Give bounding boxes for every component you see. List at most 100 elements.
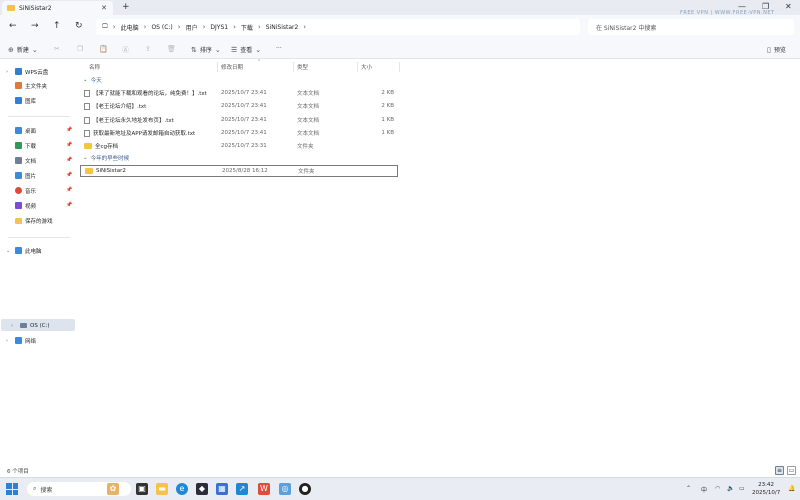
breadcrumb-sinisistar2[interactable]: SiNiSistar2 xyxy=(266,24,299,31)
sidebar-item-label: 图库 xyxy=(25,98,37,105)
sidebar-item-home[interactable]: 主文件夹 xyxy=(6,80,47,91)
chevron-right-icon[interactable]: › xyxy=(178,23,181,31)
search-highlight-icon[interactable]: ✿ xyxy=(107,483,119,495)
copy-icon[interactable]: ❐ xyxy=(77,45,83,53)
computer-icon xyxy=(15,247,22,254)
chevron-right-icon[interactable]: › xyxy=(6,338,12,344)
new-tab-button[interactable]: + xyxy=(122,2,130,12)
wifi-icon[interactable]: ◠ xyxy=(715,485,720,492)
cut-icon[interactable]: ✂ xyxy=(54,45,60,53)
column-header-name[interactable]: 名称 xyxy=(89,63,100,71)
more-options-button[interactable]: ··· xyxy=(276,45,282,52)
sidebar-item-pictures[interactable]: 图片 xyxy=(6,170,36,181)
table-row[interactable]: 全cg存档 2025/10/7 23:31 文件夹 xyxy=(80,140,398,152)
refresh-icon[interactable]: ↻ xyxy=(75,21,83,31)
forward-icon[interactable]: → xyxy=(31,21,39,31)
group-header-today[interactable]: ⌄ 今天 xyxy=(83,76,102,84)
tab-sinisistar2[interactable]: SiNiSistar2 ✕ xyxy=(2,1,113,15)
breadcrumb-this-pc[interactable]: 此电脑 xyxy=(121,23,139,32)
share-icon[interactable]: ⇪ xyxy=(145,45,151,53)
clock[interactable]: 23:42 2025/10/7 xyxy=(752,481,780,497)
chevron-down-icon[interactable]: ⌄ xyxy=(6,248,12,254)
pin-icon[interactable]: 📌 xyxy=(66,157,72,163)
maximize-icon[interactable]: ❐ xyxy=(762,2,769,11)
app-icon[interactable]: ◎ xyxy=(279,483,291,495)
sidebar-item-wps-cloud[interactable]: › WPS云盘 xyxy=(6,66,48,77)
breadcrumb-djys1[interactable]: DJYS1 xyxy=(210,24,228,31)
app-icon[interactable]: ▦ xyxy=(216,483,228,495)
column-divider[interactable] xyxy=(399,62,400,72)
column-header-size[interactable]: 大小 xyxy=(361,63,372,71)
table-row[interactable]: SiNiSistar2 2025/8/28 16:12 文件夹 xyxy=(80,165,398,177)
delete-icon[interactable]: 🗑 xyxy=(167,45,176,53)
breadcrumb-users[interactable]: 用户 xyxy=(186,23,198,32)
view-button[interactable]: ☰ 查看 ⌄ xyxy=(231,45,261,55)
column-header-date[interactable]: 修改日期 xyxy=(221,63,243,71)
back-icon[interactable]: ← xyxy=(9,21,17,31)
sidebar-item-gallery[interactable]: 图库 xyxy=(6,95,36,106)
sidebar-item-music[interactable]: 音乐 xyxy=(6,185,36,196)
sidebar-item-desktop[interactable]: 桌面 xyxy=(6,125,36,136)
chevron-right-icon[interactable]: › xyxy=(6,69,12,75)
chevron-right-icon[interactable]: › xyxy=(203,23,206,31)
column-divider[interactable] xyxy=(217,62,218,72)
battery-icon[interactable]: ▭ xyxy=(739,485,745,492)
up-icon[interactable]: ↑ xyxy=(53,21,61,31)
table-row[interactable]: 【老王论坛介绍】.txt 2025/10/7 23:41 文本文档 2 KB xyxy=(80,100,398,112)
sidebar-item-network[interactable]: › 网络 xyxy=(6,335,36,346)
rename-icon[interactable]: Ⓐ xyxy=(122,45,129,55)
details-view-icon[interactable]: ≡ xyxy=(775,466,784,475)
breadcrumb-downloads[interactable]: 下载 xyxy=(241,23,253,32)
start-button[interactable] xyxy=(6,483,18,495)
close-tab-icon[interactable]: ✕ xyxy=(101,4,107,12)
chevron-right-icon[interactable]: › xyxy=(113,23,116,31)
wps-icon[interactable]: W xyxy=(258,483,270,495)
tiles-view-icon[interactable]: ▭ xyxy=(787,466,796,475)
app-icon[interactable]: ◆ xyxy=(196,483,208,495)
chevron-up-icon[interactable]: ⌃ xyxy=(686,485,691,492)
chevron-right-icon[interactable]: › xyxy=(144,23,147,31)
notification-icon[interactable]: 🔔 xyxy=(788,485,795,492)
pin-icon[interactable]: 📌 xyxy=(66,202,72,208)
ime-indicator[interactable]: 中 xyxy=(701,485,707,494)
pin-icon[interactable]: 📌 xyxy=(66,142,72,148)
chevron-right-icon[interactable]: › xyxy=(303,23,306,31)
pin-icon[interactable]: 📌 xyxy=(66,127,72,133)
address-bar[interactable]: 🖵 › 此电脑 › OS (C:) › 用户 › DJYS1 › 下载 › Si… xyxy=(96,19,580,35)
sidebar-item-videos[interactable]: 视频 xyxy=(6,200,36,211)
preview-button[interactable]: ▯ 预览 xyxy=(767,45,786,55)
sidebar-item-this-pc[interactable]: ⌄ 此电脑 xyxy=(6,245,42,256)
edge-icon[interactable]: e xyxy=(176,483,188,495)
minimize-icon[interactable]: — xyxy=(738,2,746,11)
sidebar-item-documents[interactable]: 文档 xyxy=(6,155,36,166)
text-file-icon xyxy=(84,116,90,124)
table-row[interactable]: 【老王论坛永久地址发布页】.txt 2025/10/7 23:41 文本文档 1… xyxy=(80,114,398,126)
pin-icon[interactable]: 📌 xyxy=(66,187,72,193)
close-window-icon[interactable]: ✕ xyxy=(785,2,792,11)
taskbar-search-label: 搜索 xyxy=(40,486,53,494)
paste-icon[interactable]: 📋 xyxy=(99,45,108,53)
group-header-earlier-this-year[interactable]: ⌄ 今年的早些时候 xyxy=(83,154,129,162)
sidebar-item-os-c[interactable]: › OS (C:) xyxy=(6,320,50,331)
new-button[interactable]: ⊕ 新建 ⌄ xyxy=(8,45,38,55)
sidebar-item-downloads[interactable]: 下载 xyxy=(6,140,36,151)
app-icon[interactable]: ↗ xyxy=(236,483,248,495)
chevron-right-icon[interactable]: › xyxy=(258,23,261,31)
sidebar-item-saved-games[interactable]: 保存的游戏 xyxy=(6,215,53,226)
chevron-right-icon[interactable]: › xyxy=(11,323,17,329)
pin-icon[interactable]: 📌 xyxy=(66,172,72,178)
chevron-right-icon[interactable]: › xyxy=(233,23,236,31)
column-divider[interactable] xyxy=(293,62,294,72)
qq-icon[interactable]: ● xyxy=(299,483,311,495)
search-input[interactable]: 在 SiNiSistar2 中搜索 xyxy=(588,19,794,35)
file-explorer-icon[interactable]: ▬ xyxy=(156,483,168,495)
breadcrumb-os-c[interactable]: OS (C:) xyxy=(151,24,172,31)
column-divider[interactable] xyxy=(357,62,358,72)
volume-icon[interactable]: 🔈 xyxy=(727,485,734,492)
view-icon: ☰ xyxy=(231,45,238,54)
task-view-icon[interactable]: ▣ xyxy=(136,483,148,495)
column-header-type[interactable]: 类型 xyxy=(297,63,308,71)
table-row[interactable]: 【来了就能下载和观看的论坛，纯免费！】.txt 2025/10/7 23:41 … xyxy=(80,87,398,99)
sort-button[interactable]: ⇅ 排序 ⌄ xyxy=(191,45,221,55)
table-row[interactable]: 获取最新地址及APP请发邮箱自动获取.txt 2025/10/7 23:41 文… xyxy=(80,127,398,139)
